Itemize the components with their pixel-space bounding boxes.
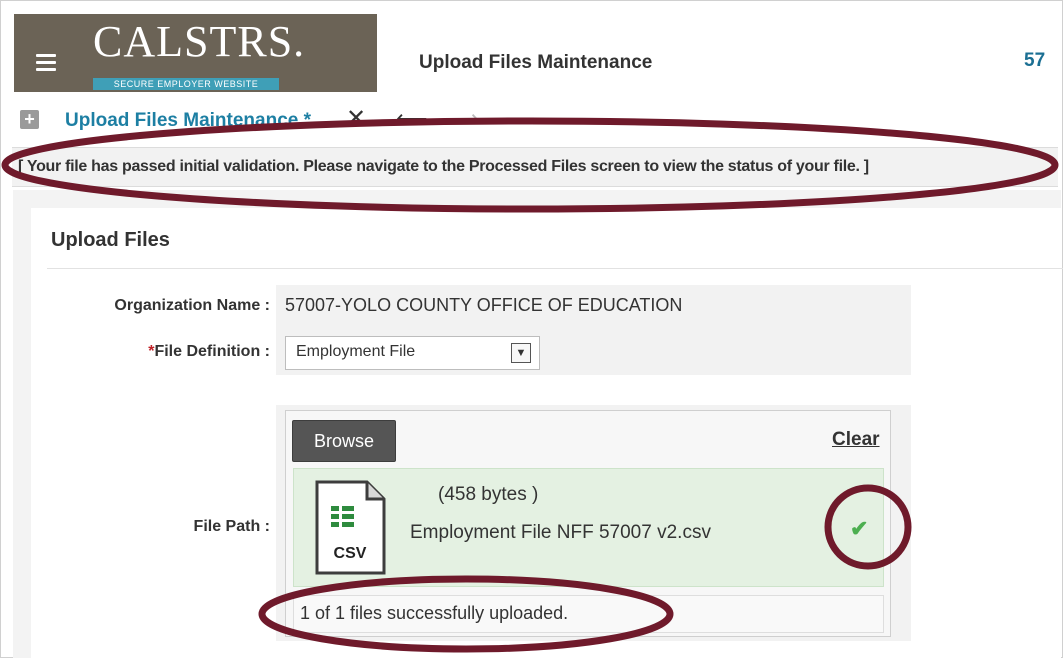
tab-upload-files-maintenance[interactable]: Upload Files Maintenance * [65,110,311,132]
clear-link[interactable]: Clear [832,429,880,451]
org-code: 57 [1024,50,1046,71]
checkmark-icon: ✔ [850,516,869,541]
file-size: (458 bytes ) [438,484,539,505]
file-definition-label-text: File Definition : [154,343,270,360]
close-tab-icon[interactable]: ✕ [346,104,366,133]
org-name-value: 57007-YOLO COUNTY OFFICE OF EDUCATION [285,295,683,315]
back-arrow-icon[interactable]: ⟵ [396,106,428,132]
add-tab-icon[interactable]: + [20,110,39,129]
hamburger-menu-icon[interactable] [36,54,56,75]
panel-title: Upload Files [51,229,170,251]
forward-arrow-icon[interactable]: ⟶ [447,106,479,132]
org-name-label: Organization Name : [114,297,270,314]
file-definition-label: *File Definition : [70,343,270,361]
panel-divider [47,268,1063,269]
csv-icon-label: CSV [334,545,367,562]
file-definition-value: Employment File [296,343,416,360]
upload-status-text: 1 of 1 files successfully uploaded. [300,603,569,623]
file-definition-select[interactable]: Employment File ▼ [285,336,540,370]
page-title: Upload Files Maintenance [419,52,653,73]
calstrs-logo: CALSTRS. [93,17,306,66]
csv-file-icon: CSV [315,480,386,575]
chevron-down-icon[interactable]: ▼ [511,343,531,363]
logo-subtitle: SECURE EMPLOYER WEBSITE [93,78,279,90]
browse-button[interactable]: Browse [292,420,396,462]
validation-message: [ Your file has passed initial validatio… [18,158,869,175]
file-name: Employment File NFF 57007 v2.csv [410,522,711,543]
validation-message-bar: [ Your file has passed initial validatio… [12,147,1058,187]
file-path-label: File Path : [193,518,270,535]
